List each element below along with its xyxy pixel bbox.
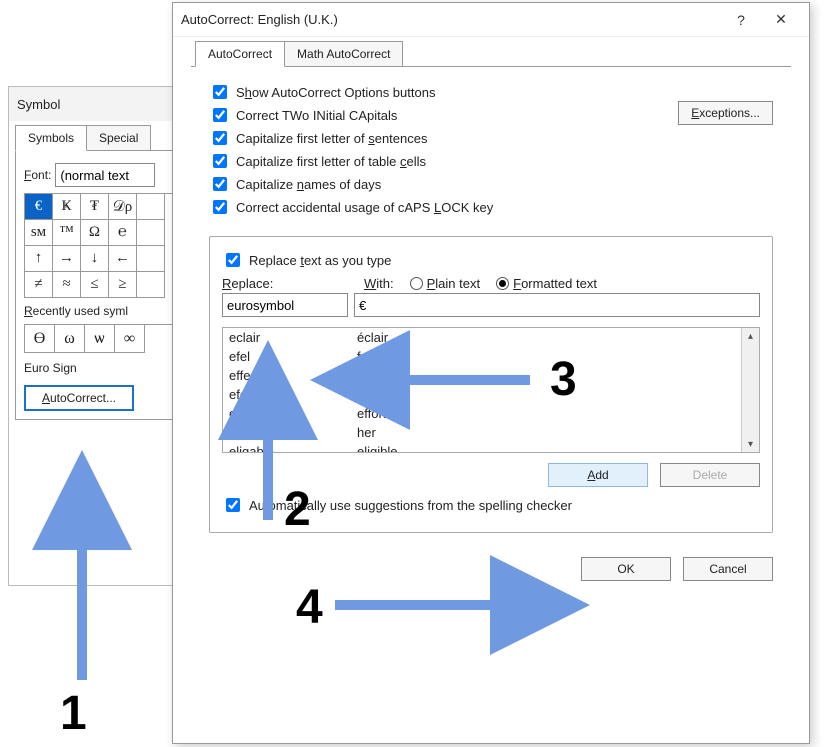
recent-cell[interactable]: Ө (25, 325, 55, 353)
symbol-cell[interactable]: ↑ (25, 246, 53, 272)
add-button[interactable]: Add (548, 463, 648, 487)
symbol-title: Symbol (17, 97, 60, 112)
table-row: effecientefficient (223, 366, 741, 385)
check-label: Capitalize first letter of table cells (236, 154, 426, 169)
with-input[interactable] (354, 293, 760, 317)
scrollbar[interactable]: ▴ ▾ (741, 328, 759, 452)
cancel-button[interactable]: Cancel (683, 557, 773, 581)
check-label: Correct TWo INitial CApitals (236, 108, 397, 123)
font-select[interactable] (55, 163, 155, 187)
tab-autocorrect[interactable]: AutoCorrect (195, 41, 285, 67)
check-first-table[interactable] (213, 154, 227, 168)
symbol-cell[interactable]: ≤ (81, 272, 109, 298)
check-names-days[interactable] (213, 177, 227, 191)
table-row: efelfeel (223, 347, 741, 366)
symbol-cell[interactable]: Ω (81, 220, 109, 246)
recent-cell[interactable]: ω (55, 325, 85, 353)
replace-input[interactable] (222, 293, 348, 317)
radio-plain-text[interactable]: Plain text (410, 276, 480, 291)
check-label: Correct accidental usage of cAPS LOCK ke… (236, 200, 493, 215)
recent-cell[interactable]: ∞ (115, 325, 145, 353)
check-caps-lock[interactable] (213, 200, 227, 214)
autocorrect-dialog: AutoCorrect: English (U.K.) ? ✕ AutoCorr… (172, 2, 810, 744)
font-label: Font: (24, 168, 51, 182)
symbol-cell[interactable]: ₮ (81, 194, 109, 220)
radio-formatted-text[interactable]: Formatted text (496, 276, 597, 291)
recent-cell[interactable]: ѡ (85, 325, 115, 353)
tab-symbols[interactable]: Symbols (15, 125, 87, 151)
symbol-cell[interactable]: ™ (53, 220, 81, 246)
symbol-cell[interactable]: ≠ (25, 272, 53, 298)
symbol-cell[interactable]: → (53, 246, 81, 272)
check-two-initial[interactable] (213, 108, 227, 122)
table-row: ehrher (223, 423, 741, 442)
symbol-cell[interactable]: Ҝ (53, 194, 81, 220)
symbol-cell[interactable] (137, 272, 165, 298)
symbol-cell[interactable] (137, 246, 165, 272)
symbol-cell[interactable] (137, 194, 165, 220)
check-label: Replace text as you type (249, 253, 391, 268)
symbol-cell[interactable]: ↓ (81, 246, 109, 272)
check-label: Automatically use suggestions from the s… (249, 498, 572, 513)
scroll-up-icon[interactable]: ▴ (742, 328, 759, 344)
replace-section: Replace text as you type Replace: With: … (209, 236, 773, 533)
symbol-cell-selected[interactable]: € (25, 194, 53, 220)
symbol-cell[interactable]: ≈ (53, 272, 81, 298)
autocorrect-list[interactable]: eclairéclair efelfeel effecientefficient… (222, 327, 760, 453)
tab-math-autocorrect[interactable]: Math AutoCorrect (284, 41, 403, 67)
check-replace-as-type[interactable] (226, 253, 240, 267)
table-row: eclairéclair (223, 328, 741, 347)
with-label: With: (364, 276, 394, 291)
autocorrect-button[interactable]: AutoCorrect... (24, 385, 134, 411)
check-show-options[interactable] (213, 85, 227, 99)
table-row: efortsefforts (223, 404, 741, 423)
delete-button: Delete (660, 463, 760, 487)
check-label: Show AutoCorrect Options buttons (236, 85, 435, 100)
symbol-cell[interactable]: 𝒟ρ (109, 194, 137, 220)
symbol-cell[interactable]: ≥ (109, 272, 137, 298)
exceptions-button[interactable]: Exceptions... (678, 101, 773, 125)
symbol-cell[interactable]: sм (25, 220, 53, 246)
help-icon[interactable]: ? (721, 6, 761, 34)
close-icon[interactable]: ✕ (761, 6, 801, 34)
table-row: eligableeligible (223, 442, 741, 452)
annotation-1: 1 (60, 686, 87, 741)
symbol-cell[interactable]: ℮ (109, 220, 137, 246)
autocorrect-title: AutoCorrect: English (U.K.) (181, 12, 338, 27)
replace-label: Replace: (222, 276, 348, 291)
check-first-sentence[interactable] (213, 131, 227, 145)
check-label: Capitalize first letter of sentences (236, 131, 427, 146)
scroll-down-icon[interactable]: ▾ (742, 436, 759, 452)
ok-button[interactable]: OK (581, 557, 671, 581)
tab-special[interactable]: Special (86, 125, 151, 151)
table-row: eforteffort (223, 385, 741, 404)
symbol-cell[interactable]: ← (109, 246, 137, 272)
check-spelling-suggest[interactable] (226, 498, 240, 512)
check-label: Capitalize names of days (236, 177, 381, 192)
symbol-cell[interactable] (137, 220, 165, 246)
autocorrect-titlebar[interactable]: AutoCorrect: English (U.K.) ? ✕ (173, 3, 809, 37)
